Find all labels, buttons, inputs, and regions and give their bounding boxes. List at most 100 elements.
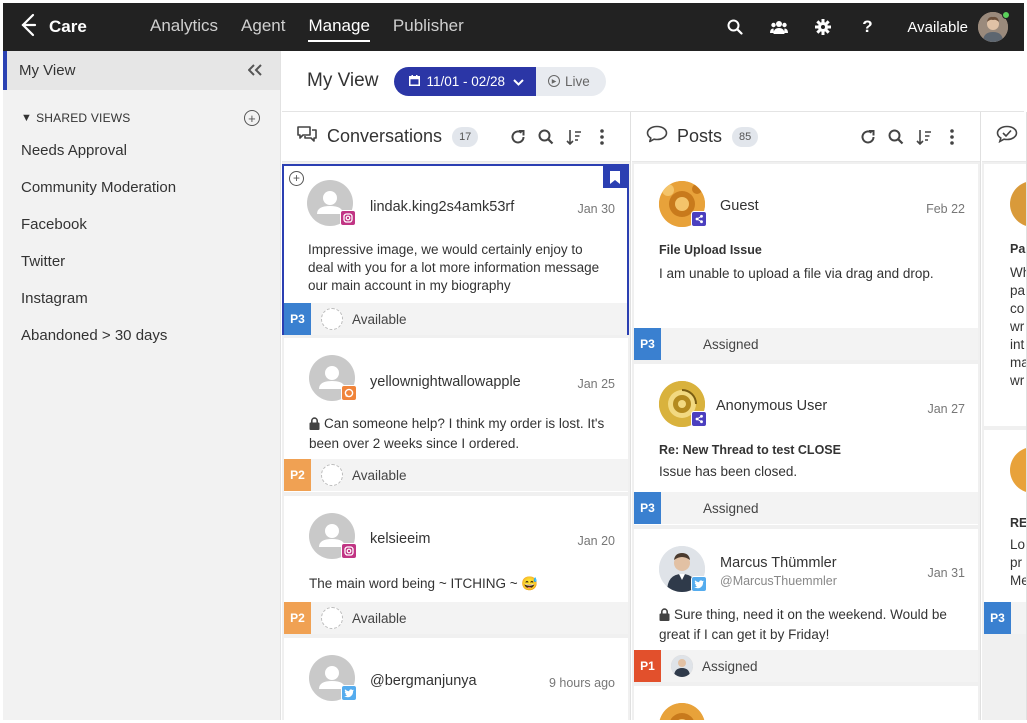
- fragment-line: co: [1010, 301, 1025, 316]
- top-navigation-bar: Care Analytics Agent Manage Publisher ? …: [3, 3, 1024, 51]
- count-badge: 85: [732, 126, 759, 147]
- assignee-avatar[interactable]: [671, 655, 693, 677]
- message-text: Impressive image, we would certainly enj…: [308, 242, 600, 293]
- timestamp: Feb 22: [926, 202, 965, 216]
- timestamp: Jan 27: [927, 402, 965, 416]
- posts-column: Posts 85 Guest Feb 22 File Upload Issue …: [632, 112, 981, 720]
- resolved-icon: [996, 125, 1018, 148]
- gear-icon[interactable]: [801, 3, 845, 51]
- agent-status[interactable]: Available: [907, 19, 968, 36]
- timestamp: Jan 25: [577, 377, 615, 391]
- sort-icon[interactable]: [560, 129, 588, 145]
- priority-badge: P3: [984, 602, 1011, 634]
- status-text: Available: [352, 467, 407, 483]
- fragment-line: wr: [1010, 373, 1025, 388]
- column-header: Posts 85: [632, 112, 980, 162]
- sidebar-item-label: My View: [19, 62, 76, 79]
- message-fragment: Lo pr Me: [1010, 536, 1027, 590]
- author-handle: @MarcusThuemmler: [720, 574, 837, 588]
- column-header: [982, 112, 1026, 162]
- priority-badge: P3: [284, 303, 311, 335]
- conversation-card[interactable]: yellownightwallowapple Jan 25 Can someon…: [284, 338, 628, 492]
- date-range-label: 11/01 - 02/28: [426, 73, 506, 89]
- count-badge: 17: [452, 126, 479, 147]
- help-icon[interactable]: ?: [845, 3, 889, 51]
- fragment-line: wr: [1010, 319, 1025, 334]
- username: kelsieeim: [370, 531, 431, 547]
- sidebar-item-instagram[interactable]: Instagram: [3, 280, 280, 317]
- search-icon[interactable]: [532, 129, 560, 145]
- author-name: Anonymous User: [716, 398, 828, 414]
- search-icon[interactable]: [713, 3, 757, 51]
- nav-publisher[interactable]: Publisher: [393, 3, 464, 51]
- sidebar-item-twitter[interactable]: Twitter: [3, 243, 280, 280]
- conversation-card[interactable]: kelsieeim Jan 20 The main word being ~ I…: [284, 496, 628, 634]
- priority-badge: P3: [634, 492, 661, 524]
- sidebar-item-community-moderation[interactable]: Community Moderation: [3, 169, 280, 206]
- card-footer: P3: [984, 602, 1026, 634]
- message-text: I am unable to upload a file via drag an…: [659, 266, 934, 281]
- post-card[interactable]: Guest Feb 22 File Upload Issue I am unab…: [634, 164, 978, 360]
- priority-badge: P1: [634, 650, 661, 682]
- sidebar-item-my-view[interactable]: My View: [3, 51, 280, 90]
- fragment-line: Wh: [1010, 265, 1026, 280]
- third-column-card[interactable]: Pa Wh pa co wr int ma wr P3: [984, 164, 1026, 486]
- status-text: Available: [352, 610, 407, 626]
- message-text: Issue has been closed.: [659, 464, 798, 479]
- instagram-icon: [341, 543, 357, 559]
- shared-views-header[interactable]: ▼ SHARED VIEWS +: [3, 110, 280, 126]
- sort-icon[interactable]: [910, 129, 938, 145]
- user-menu[interactable]: [978, 11, 1024, 42]
- avatar: [1010, 447, 1026, 493]
- refresh-icon[interactable]: [504, 129, 532, 145]
- select-plus-icon[interactable]: +: [289, 171, 304, 186]
- team-icon[interactable]: [757, 3, 801, 51]
- timestamp: Jan 20: [577, 534, 615, 548]
- refresh-icon[interactable]: [854, 129, 882, 145]
- nav-analytics[interactable]: Analytics: [150, 3, 218, 51]
- subject-fragment: Pa: [1010, 242, 1026, 256]
- assignee-placeholder[interactable]: [321, 308, 343, 330]
- post-subject: File Upload Issue: [659, 243, 762, 257]
- message-body: Sure thing, need it on the weekend. Woul…: [659, 607, 947, 642]
- sidebar-item-facebook[interactable]: Facebook: [3, 206, 280, 243]
- priority-badge: P2: [284, 459, 311, 491]
- live-button[interactable]: ▶ Live: [536, 66, 606, 96]
- column-title: Conversations: [327, 126, 443, 146]
- fragment-line: Me: [1010, 573, 1027, 588]
- timestamp: Jan 30: [577, 202, 615, 216]
- priority-badge: P3: [634, 328, 661, 360]
- status-text: Assigned: [702, 658, 758, 674]
- nav-manage[interactable]: Manage: [308, 3, 371, 51]
- column-header: Conversations 17: [282, 112, 630, 162]
- care-logo-icon: [19, 13, 39, 42]
- conversation-card[interactable]: + lindak.king2s4amk53rf Jan 30 Impressiv…: [282, 164, 629, 335]
- fragment-line: pa: [1010, 283, 1026, 298]
- brand[interactable]: Care: [19, 13, 150, 42]
- fragment-line: Lo: [1010, 537, 1026, 552]
- third-column-card[interactable]: RE Lo pr Me P3: [984, 430, 1027, 634]
- username: @bergmanjunya: [370, 673, 477, 689]
- sidebar-item-needs-approval[interactable]: Needs Approval: [3, 132, 280, 169]
- assignee-placeholder[interactable]: [321, 607, 343, 629]
- status-text: Assigned: [703, 336, 759, 352]
- assignee-placeholder[interactable]: [321, 464, 343, 486]
- post-card[interactable]: Marcus Thümmler @MarcusThuemmler Jan 31 …: [634, 529, 978, 682]
- conversation-card[interactable]: @bergmanjunya 9 hours ago: [284, 638, 628, 720]
- page-title: My View: [307, 70, 379, 91]
- search-icon[interactable]: [882, 129, 910, 145]
- message-text: Sure thing, need it on the weekend. Woul…: [659, 606, 956, 644]
- date-range-button[interactable]: 11/01 - 02/28: [394, 66, 537, 96]
- more-options-icon[interactable]: [938, 128, 966, 145]
- post-card[interactable]: [634, 686, 978, 720]
- sidebar-item-abandoned[interactable]: Abandoned > 30 days: [3, 317, 280, 354]
- subject-fragment: RE: [1010, 516, 1027, 530]
- add-view-icon[interactable]: +: [244, 110, 260, 126]
- bookmark-icon[interactable]: [603, 166, 627, 188]
- post-card[interactable]: Anonymous User Jan 27 Re: New Thread to …: [634, 364, 978, 525]
- post-subject: Re: New Thread to test CLOSE: [659, 443, 841, 457]
- collapse-sidebar-icon[interactable]: [247, 60, 262, 81]
- more-options-icon[interactable]: [588, 128, 616, 145]
- nav-agent[interactable]: Agent: [241, 3, 285, 51]
- card-footer: P1 Assigned: [634, 650, 978, 682]
